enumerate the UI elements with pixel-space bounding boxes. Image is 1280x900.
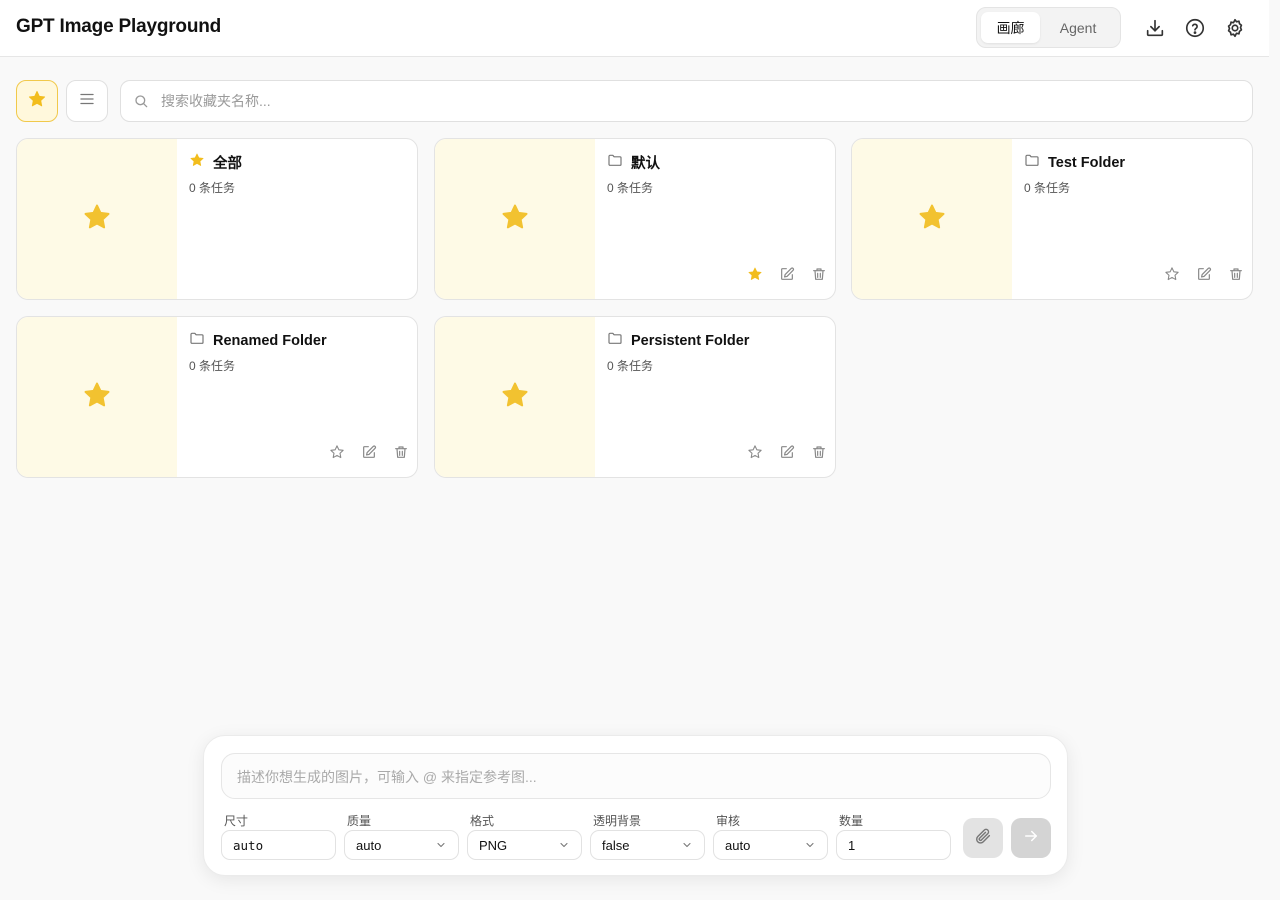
prompt-box: [221, 753, 1051, 799]
search-icon: [133, 93, 149, 109]
tab-gallery[interactable]: 画廊: [981, 12, 1041, 43]
star-icon: [82, 380, 112, 415]
favorite-toggle-icon[interactable]: [747, 444, 763, 460]
count-value: 1: [848, 837, 856, 853]
delete-icon[interactable]: [811, 266, 827, 282]
format-select[interactable]: PNG: [467, 830, 582, 860]
paperclip-icon: [974, 827, 992, 850]
star-icon: [82, 202, 112, 237]
favorite-toggle-icon[interactable]: [1164, 266, 1180, 282]
folder-thumbnail: [852, 139, 1012, 299]
folder-thumbnail: [435, 139, 595, 299]
param-label-quality: 质量: [347, 814, 372, 828]
edit-icon[interactable]: [1196, 266, 1212, 282]
folder-icon: [189, 330, 205, 351]
chevron-down-icon: [558, 839, 570, 851]
favorite-toggle-icon[interactable]: [747, 266, 763, 282]
star-icon: [500, 380, 530, 415]
edit-icon[interactable]: [779, 266, 795, 282]
delete-icon[interactable]: [393, 444, 409, 460]
star-icon: [27, 89, 47, 114]
param-label-format: 格式: [470, 814, 495, 828]
size-value: auto: [233, 837, 264, 853]
star-icon: [189, 152, 205, 173]
folder-icon: [607, 330, 623, 351]
quality-value: auto: [356, 837, 382, 853]
chevron-down-icon: [681, 839, 693, 851]
transparent-bg-select[interactable]: false: [590, 830, 705, 860]
favorites-view-button[interactable]: [16, 80, 58, 122]
app-header: GPT Image Playground 画廊 Agent: [0, 0, 1269, 57]
search-input[interactable]: [161, 81, 1241, 121]
attach-button[interactable]: [963, 818, 1003, 858]
prompt-composer: 尺寸 auto 质量 auto 格式 PNG 透明背景 false 审核 aut…: [203, 735, 1068, 876]
chevron-down-icon: [435, 839, 447, 851]
delete-icon[interactable]: [811, 444, 827, 460]
list-view-button[interactable]: [66, 80, 108, 122]
folder-card-renamed-folder[interactable]: Renamed Folder 0 条任务: [16, 316, 418, 478]
edit-icon[interactable]: [779, 444, 795, 460]
folder-task-count: 0 条任务: [1024, 181, 1071, 195]
size-input[interactable]: auto: [221, 830, 336, 860]
folder-thumbnail: [435, 317, 595, 477]
delete-icon[interactable]: [1228, 266, 1244, 282]
folder-card-default[interactable]: 默认 0 条任务: [434, 138, 836, 300]
prompt-input[interactable]: [222, 754, 1050, 798]
param-label-transparent-bg: 透明背景: [593, 814, 642, 828]
help-icon[interactable]: [1184, 17, 1206, 39]
folder-title: Test Folder: [1048, 154, 1126, 171]
moderation-select[interactable]: auto: [713, 830, 828, 860]
download-icon[interactable]: [1144, 17, 1166, 39]
folder-icon: [607, 152, 623, 173]
view-toggle: 画廊 Agent: [976, 7, 1121, 48]
count-input[interactable]: 1: [836, 830, 951, 860]
tab-agent[interactable]: Agent: [1040, 12, 1116, 43]
param-label-moderation: 审核: [716, 814, 741, 828]
moderation-value: auto: [725, 837, 751, 853]
send-button[interactable]: [1011, 818, 1051, 858]
chevron-down-icon: [804, 839, 816, 851]
transparent-bg-value: false: [602, 837, 630, 853]
quality-select[interactable]: auto: [344, 830, 459, 860]
folder-title: Persistent Folder: [631, 332, 750, 349]
menu-icon: [78, 90, 96, 113]
star-icon: [500, 202, 530, 237]
settings-icon[interactable]: [1224, 17, 1246, 39]
folder-card-all[interactable]: 全部 0 条任务: [16, 138, 418, 300]
folder-card-test-folder[interactable]: Test Folder 0 条任务: [851, 138, 1253, 300]
folder-thumbnail: [17, 139, 177, 299]
folder-task-count: 0 条任务: [189, 181, 236, 195]
arrow-right-icon: [1022, 827, 1040, 850]
folder-title: Renamed Folder: [213, 332, 327, 349]
param-label-size: 尺寸: [224, 814, 249, 828]
format-value: PNG: [479, 837, 508, 853]
folder-task-count: 0 条任务: [189, 359, 236, 373]
folder-thumbnail: [17, 317, 177, 477]
folder-card-persistent-folder[interactable]: Persistent Folder 0 条任务: [434, 316, 836, 478]
folder-title: 默认: [631, 156, 660, 172]
favorite-toggle-icon[interactable]: [329, 444, 345, 460]
folder-task-count: 0 条任务: [607, 359, 654, 373]
folder-task-count: 0 条任务: [607, 181, 654, 195]
folder-icon: [1024, 152, 1040, 173]
app-title: GPT Image Playground: [16, 16, 222, 37]
search-box: [120, 80, 1253, 122]
folder-title: 全部: [213, 156, 242, 172]
edit-icon[interactable]: [361, 444, 377, 460]
param-label-count: 数量: [839, 814, 864, 828]
star-icon: [917, 202, 947, 237]
